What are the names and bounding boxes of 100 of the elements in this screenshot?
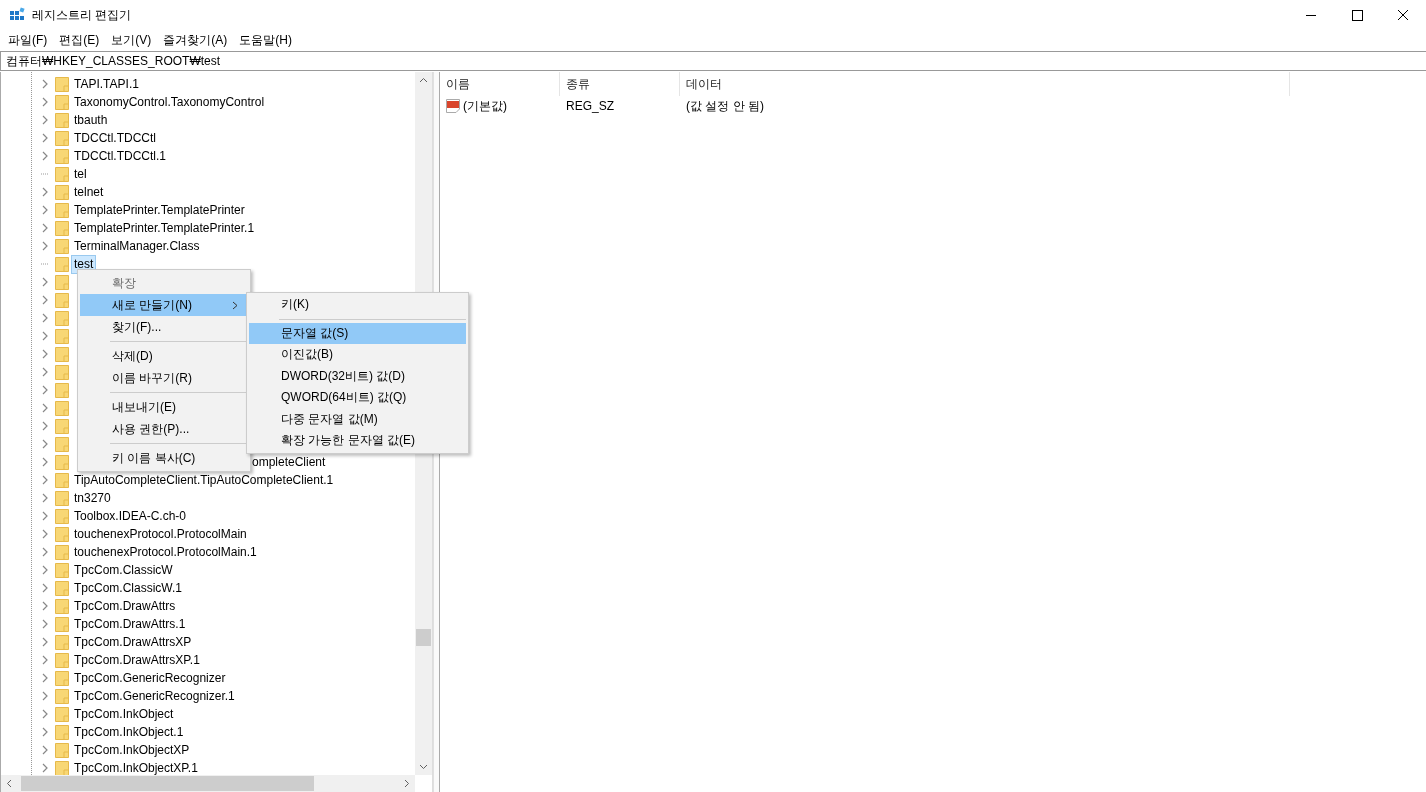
chevron-icon[interactable] — [41, 547, 49, 557]
chevron-icon[interactable] — [41, 367, 49, 377]
chevron-icon[interactable] — [41, 187, 49, 197]
chevron-icon[interactable] — [41, 727, 49, 737]
chevron-icon[interactable] — [41, 241, 49, 251]
chevron-icon[interactable] — [41, 601, 49, 611]
chevron-icon[interactable] — [41, 709, 49, 719]
chevron-icon[interactable] — [41, 349, 49, 359]
folder-icon — [55, 382, 69, 398]
chevron-icon[interactable] — [41, 331, 49, 341]
value-type: REG_SZ — [565, 99, 615, 113]
chevron-icon[interactable] — [41, 637, 49, 647]
chevron-icon[interactable] — [41, 763, 49, 773]
horizontal-scrollbar[interactable] — [1, 775, 415, 792]
tree-item[interactable]: TpcCom.InkObjectXP — [72, 741, 192, 759]
folder-icon — [55, 508, 69, 524]
chevron-icon[interactable] — [41, 277, 49, 287]
chevron-icon[interactable] — [41, 475, 49, 485]
column-header[interactable]: 종류 — [560, 72, 680, 96]
chevron-icon[interactable] — [41, 565, 49, 575]
chevron-icon[interactable] — [41, 421, 49, 431]
chevron-icon[interactable] — [41, 439, 49, 449]
menu-item[interactable]: 새로 만들기(N) — [80, 294, 248, 316]
menu-item[interactable]: QWORD(64비트) 값(Q) — [249, 387, 466, 409]
folder-icon — [55, 76, 69, 92]
menu-item[interactable]: DWORD(32비트) 값(D) — [249, 365, 466, 387]
tree-item[interactable]: touchenexProtocol.ProtocolMain — [72, 525, 249, 543]
chevron-icon[interactable] — [41, 133, 49, 143]
chevron-icon[interactable] — [41, 403, 49, 413]
tree-item[interactable]: TipAutoCompleteClient.TipAutoCompleteClient.1 — [72, 471, 336, 489]
tree-item[interactable]: TpcCom.GenericRecognizer.1 — [72, 687, 237, 705]
chevron-icon[interactable] — [41, 619, 49, 629]
chevron-icon[interactable] — [41, 529, 49, 539]
column-header[interactable]: 데이터 — [680, 72, 1290, 96]
tree-item[interactable]: tel — [72, 165, 89, 183]
tree-item[interactable]: TemplatePrinter.TemplatePrinter.1 — [72, 219, 257, 237]
tree-item[interactable]: TemplatePrinter.TemplatePrinter — [72, 201, 247, 219]
tree-item[interactable]: ompleteClient — [250, 453, 328, 471]
chevron-icon[interactable] — [41, 295, 49, 305]
menu-item[interactable]: 도움말(H) — [233, 31, 298, 49]
folder-icon — [55, 490, 69, 506]
tree-item[interactable]: telnet — [72, 183, 106, 201]
folder-icon — [55, 562, 69, 578]
chevron-icon[interactable] — [41, 223, 49, 233]
scrollbar-thumb[interactable] — [416, 629, 431, 646]
tree-item[interactable]: TpcCom.InkObject — [72, 705, 176, 723]
address-bar[interactable]: 컴퓨터₩HKEY_CLASSES_ROOT₩test — [0, 51, 1426, 71]
tree-item[interactable]: tn3270 — [72, 489, 113, 507]
chevron-icon[interactable] — [41, 583, 49, 593]
menu-item[interactable]: 편집(E) — [53, 31, 106, 49]
chevron-icon[interactable] — [41, 205, 49, 215]
tree-item[interactable]: TpcCom.InkObjectXP.1 — [72, 759, 200, 775]
chevron-icon[interactable] — [41, 313, 49, 323]
tree-item[interactable]: TpcCom.GenericRecognizer — [72, 669, 228, 687]
tree-item[interactable]: TpcCom.DrawAttrs — [72, 597, 178, 615]
menu-item[interactable]: 확장 가능한 문자열 값(E) — [249, 430, 466, 452]
tree-item[interactable]: TDCCtl.TDCCtl.1 — [72, 147, 168, 165]
menu-item[interactable]: 찾기(F)... — [80, 316, 248, 338]
chevron-icon[interactable] — [41, 655, 49, 665]
menu-item[interactable]: 사용 권한(P)... — [80, 418, 248, 440]
column-header[interactable]: 이름 — [440, 72, 560, 96]
chevron-icon[interactable] — [41, 115, 49, 125]
tree-item[interactable]: TDCCtl.TDCCtl — [72, 129, 158, 147]
menu-item[interactable]: 키 이름 복사(C) — [80, 447, 248, 469]
chevron-icon[interactable] — [41, 457, 49, 467]
folder-icon — [55, 238, 69, 254]
tree-item[interactable]: TpcCom.InkObject.1 — [72, 723, 186, 741]
tree-item[interactable]: TpcCom.DrawAttrsXP.1 — [72, 651, 202, 669]
tree-item[interactable]: TAPI.TAPI.1 — [72, 75, 141, 93]
menu-item[interactable]: 삭제(D) — [80, 345, 248, 367]
menu-item[interactable]: 내보내기(E) — [80, 396, 248, 418]
chevron-icon[interactable] — [41, 673, 49, 683]
menu-item[interactable]: 다중 문자열 값(M) — [249, 408, 466, 430]
tree-item[interactable]: Toolbox.IDEA-C.ch-0 — [72, 507, 189, 525]
tree-item[interactable]: TpcCom.ClassicW — [72, 561, 175, 579]
chevron-icon[interactable] — [41, 745, 49, 755]
menu-item[interactable]: 즐겨찾기(A) — [157, 31, 234, 49]
chevron-icon[interactable] — [41, 511, 49, 521]
folder-icon — [55, 256, 69, 272]
chevron-icon[interactable] — [41, 493, 49, 503]
tree-item[interactable]: TpcCom.ClassicW.1 — [72, 579, 185, 597]
chevron-icon[interactable] — [41, 385, 49, 395]
menu-item[interactable]: 파일(F) — [2, 31, 54, 49]
chevron-icon[interactable] — [41, 79, 49, 89]
tree-item[interactable]: TerminalManager.Class — [72, 237, 202, 255]
chevron-icon[interactable] — [41, 151, 49, 161]
chevron-icon[interactable] — [41, 97, 49, 107]
menu-item[interactable]: 이진값(B) — [249, 344, 466, 366]
chevron-icon[interactable] — [41, 691, 49, 701]
folder-icon — [55, 112, 69, 128]
menu-item[interactable]: 문자열 값(S) — [249, 322, 466, 344]
tree-item[interactable]: TaxonomyControl.TaxonomyControl — [72, 93, 267, 111]
menu-item[interactable]: 이름 바꾸기(R) — [80, 367, 248, 389]
tree-item[interactable]: TpcCom.DrawAttrsXP — [72, 633, 194, 651]
scrollbar-thumb[interactable] — [21, 776, 314, 791]
tree-item[interactable]: touchenexProtocol.ProtocolMain.1 — [72, 543, 259, 561]
menu-item[interactable]: 키(K) — [249, 294, 466, 316]
tree-item[interactable]: TpcCom.DrawAttrs.1 — [72, 615, 188, 633]
tree-item[interactable]: tbauth — [72, 111, 110, 129]
menu-item[interactable]: 보기(V) — [105, 31, 158, 49]
